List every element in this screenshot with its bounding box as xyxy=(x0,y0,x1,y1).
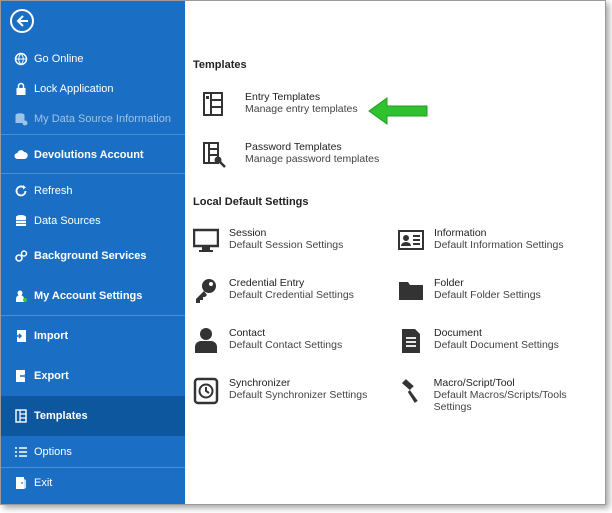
tile-title: Password Templates xyxy=(245,141,342,153)
sidebar-item-label: Devolutions Account xyxy=(34,149,144,161)
document-icon xyxy=(402,329,420,353)
database-icon xyxy=(16,215,26,226)
tile-subtitle: Default Session Settings xyxy=(229,239,344,251)
macro-icon xyxy=(401,379,418,403)
import-icon xyxy=(15,330,26,342)
id-card-icon xyxy=(398,230,424,250)
sidebar-item-label: My Account Settings xyxy=(34,290,143,302)
tile-title: Document xyxy=(434,327,482,339)
folder-tile[interactable]: Folder Default Folder Settings xyxy=(398,277,541,305)
lock-icon xyxy=(16,82,26,95)
tile-subtitle: Default Contact Settings xyxy=(229,339,343,351)
tile-subtitle: Default Information Settings xyxy=(434,239,564,251)
macro-script-tool-tile[interactable]: Macro/Script/Tool Default Macros/Scripts… xyxy=(398,377,605,413)
gears-icon xyxy=(15,250,28,262)
sidebar-item-label: Templates xyxy=(34,410,88,422)
session-tile[interactable]: Session Default Session Settings xyxy=(193,227,343,255)
sidebar-item-options[interactable]: Options xyxy=(1,442,185,462)
sidebar-item-data-sources[interactable]: Data Sources xyxy=(1,211,185,231)
person-icon xyxy=(195,328,217,353)
tile-title: Entry Templates xyxy=(245,91,321,103)
sidebar-item-export[interactable]: Export xyxy=(1,366,185,386)
entry-templates-tile[interactable]: Entry Templates Manage entry templates xyxy=(201,91,358,119)
local-default-settings-title: Local Default Settings xyxy=(193,196,309,208)
tile-subtitle: Default Document Settings xyxy=(434,339,559,351)
options-icon xyxy=(15,447,27,457)
sidebar-item-background-services[interactable]: Background Services xyxy=(1,246,185,266)
exit-icon xyxy=(16,477,26,489)
sidebar-item-lock-application[interactable]: Lock Application xyxy=(1,79,185,99)
tile-subtitle: Default Credential Settings xyxy=(229,289,354,301)
sidebar-item-label: Data Sources xyxy=(34,215,101,227)
sidebar-item-label: Refresh xyxy=(34,185,73,197)
synchronizer-tile[interactable]: Synchronizer Default Synchronizer Settin… xyxy=(193,377,367,405)
document-tile[interactable]: Document Default Document Settings xyxy=(398,327,559,355)
sidebar-item-label: Import xyxy=(34,330,69,342)
divider xyxy=(1,467,185,468)
app-window: Go Online Lock Application My Data Sourc… xyxy=(0,0,606,505)
sidebar-item-refresh[interactable]: Refresh xyxy=(1,181,185,201)
sidebar-item-devolutions-account[interactable]: Devolutions Account xyxy=(1,145,185,165)
templates-section-title: Templates xyxy=(193,59,247,71)
cloud-icon xyxy=(14,150,28,159)
sidebar-item-label: Background Services xyxy=(34,250,147,262)
contact-tile[interactable]: Contact Default Contact Settings xyxy=(193,327,342,355)
sidebar-item-templates[interactable]: Templates xyxy=(1,396,185,436)
refresh-icon xyxy=(15,185,27,197)
sidebar-item-label: My Data Source Information xyxy=(34,113,171,125)
tile-subtitle: Default Folder Settings xyxy=(434,289,541,301)
tile-subtitle: Default Macros/Scripts/Tools Settings xyxy=(433,389,567,413)
sidebar-item-label: Go Online xyxy=(34,53,84,65)
globe-icon xyxy=(14,52,28,66)
password-templates-tile[interactable]: Password Templates Manage password templ… xyxy=(201,141,379,169)
sidebar-item-exit[interactable]: Exit xyxy=(1,473,185,493)
tile-title: Folder xyxy=(434,277,464,289)
sidebar-item-import[interactable]: Import xyxy=(1,326,185,346)
tile-subtitle: Default Synchronizer Settings xyxy=(229,389,368,401)
user-settings-icon xyxy=(16,290,27,302)
credential-entry-tile[interactable]: Credential Entry Default Credential Sett… xyxy=(193,277,354,305)
sidebar-item-label: Export xyxy=(34,370,69,382)
template-icon xyxy=(15,409,27,423)
monitor-icon xyxy=(193,228,219,252)
divider xyxy=(1,173,185,174)
divider xyxy=(1,315,185,316)
sidebar-item-label: Lock Application xyxy=(34,83,114,95)
entry-template-icon xyxy=(203,92,223,116)
tile-title: Credential Entry xyxy=(229,277,305,289)
tile-title: Synchronizer xyxy=(229,377,291,389)
tile-title: Information xyxy=(434,227,487,239)
tile-subtitle: Manage entry templates xyxy=(245,103,358,115)
tile-title: Contact xyxy=(229,327,266,339)
sidebar-item-my-data-source-information[interactable]: My Data Source Information xyxy=(1,109,185,129)
key-icon xyxy=(196,279,216,303)
green-arrow-icon xyxy=(368,97,428,125)
back-arrow-icon[interactable] xyxy=(10,9,34,33)
data-source-info-icon xyxy=(15,113,28,126)
sidebar-item-my-account-settings[interactable]: My Account Settings xyxy=(1,286,185,306)
folder-icon xyxy=(399,282,423,300)
divider xyxy=(1,134,185,135)
main-panel: Templates Entry Templates Manage entry t… xyxy=(185,1,605,504)
synchronizer-icon xyxy=(193,377,219,405)
sidebar: Go Online Lock Application My Data Sourc… xyxy=(1,1,185,504)
tile-subtitle: Manage password templates xyxy=(245,153,380,165)
tile-title: Macro/Script/Tool xyxy=(433,377,515,389)
sidebar-item-go-online[interactable]: Go Online xyxy=(1,49,185,69)
password-template-icon xyxy=(203,142,226,168)
export-icon xyxy=(16,370,28,382)
tile-title: Session xyxy=(229,227,267,239)
sidebar-item-label: Exit xyxy=(34,477,53,489)
information-tile[interactable]: Information Default Information Settings xyxy=(398,227,564,255)
sidebar-item-label: Options xyxy=(34,446,72,458)
